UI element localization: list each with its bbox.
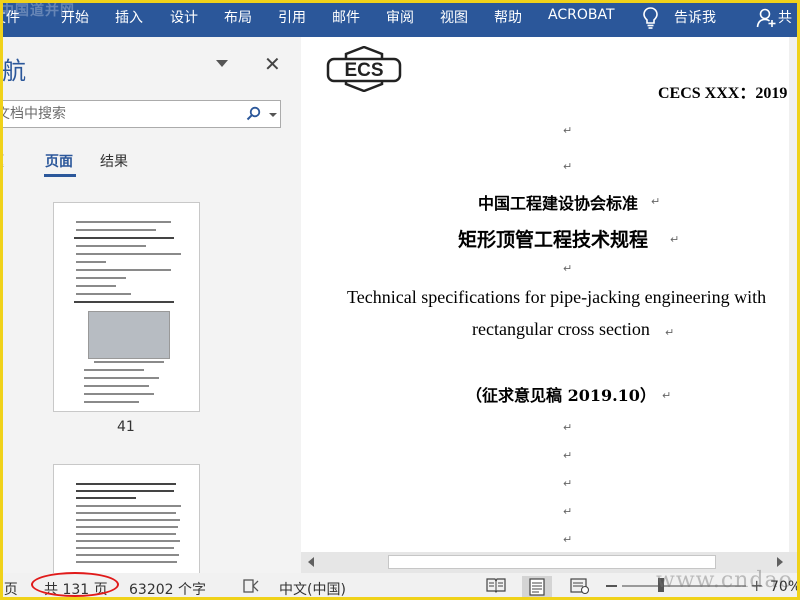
search-options-chevron-icon[interactable] — [269, 113, 277, 117]
tab-results[interactable]: 结果 — [100, 151, 128, 171]
paragraph-mark: ↵ — [563, 477, 573, 490]
share-button[interactable]: 共 — [778, 7, 792, 27]
paragraph-mark: ↵ — [563, 533, 573, 546]
tab-help[interactable]: 帮助 — [494, 7, 522, 27]
lightbulb-icon[interactable] — [642, 6, 659, 30]
paragraph-mark: ↵ — [563, 262, 573, 275]
scroll-left-arrow-icon[interactable] — [308, 557, 314, 567]
tab-review[interactable]: 审阅 — [386, 7, 414, 27]
paragraph-mark: ↵ — [563, 124, 573, 137]
document-title-cn: 矩形顶管工程技术规程 — [458, 229, 649, 251]
tell-me-button[interactable]: 告诉我 — [674, 7, 716, 27]
thumbnail-page-number: 41 — [117, 419, 135, 435]
share-user-icon[interactable] — [756, 7, 776, 29]
tab-references[interactable]: 引用 — [278, 7, 306, 27]
tab-view[interactable]: 视图 — [440, 7, 468, 27]
tab-layout[interactable]: 布局 — [224, 7, 252, 27]
org-standard-heading: 中国工程建设协会标准 — [478, 194, 639, 213]
ecs-logo-text: ECS — [344, 60, 383, 81]
zoom-in-button[interactable]: + — [750, 578, 763, 594]
paragraph-mark: ↵ — [563, 421, 573, 434]
zoom-out-button[interactable] — [606, 585, 617, 587]
tab-headings[interactable]: 标题 — [0, 151, 4, 171]
print-layout-icon — [529, 578, 545, 596]
tab-acrobat[interactable]: ACROBAT — [548, 7, 615, 23]
horizontal-scroll-thumb[interactable] — [388, 555, 716, 569]
search-input[interactable] — [0, 101, 214, 127]
paragraph-mark: ↵ — [665, 326, 675, 339]
tab-home[interactable]: 开始 — [61, 7, 89, 27]
document-title-en-line2: rectangular cross section — [472, 319, 650, 339]
tab-design[interactable]: 设计 — [170, 7, 198, 27]
thumbnail-figure — [88, 311, 170, 359]
vertical-scrollbar[interactable] — [789, 37, 800, 552]
print-layout-button[interactable] — [522, 576, 552, 598]
standard-code: CECS XXX：2019 — [658, 85, 788, 102]
highlight-circle — [31, 572, 119, 597]
paragraph-mark: ↵ — [670, 233, 680, 246]
paragraph-mark: ↵ — [662, 389, 672, 402]
nav-pane-title: 导航 — [0, 57, 26, 85]
paragraph-mark: ↵ — [563, 449, 573, 462]
close-icon[interactable]: ✕ — [264, 52, 281, 76]
proofing-icon[interactable] — [242, 577, 260, 595]
page-thumbnail-42[interactable] — [53, 464, 200, 574]
search-icon[interactable] — [246, 106, 261, 121]
page-thumbnail-41[interactable] — [53, 202, 200, 412]
active-tab-indicator — [44, 174, 76, 177]
tab-pages[interactable]: 页面 — [45, 151, 73, 171]
navigation-pane: 导航 ✕ 标题 页面 结果 41 — [0, 37, 301, 574]
paragraph-mark: ↵ — [563, 505, 573, 518]
nav-options-dropdown-icon[interactable] — [216, 60, 228, 67]
zoom-level[interactable]: 70% — [770, 579, 800, 595]
tab-insert[interactable]: 插入 — [115, 7, 143, 27]
web-layout-icon[interactable] — [570, 577, 590, 594]
paragraph-mark: ↵ — [563, 160, 573, 173]
paragraph-mark: ↵ — [651, 195, 661, 208]
language-indicator[interactable]: 中文(中国) — [279, 579, 346, 599]
tab-mailings[interactable]: 邮件 — [332, 7, 360, 27]
page-indicator[interactable]: 第 1 页 — [0, 579, 18, 599]
draft-label: （征求意见稿 2019.10） — [466, 386, 656, 405]
nav-search-box — [0, 100, 281, 128]
word-count[interactable]: 63202 个字 — [129, 579, 206, 599]
ecs-logo: ECS — [326, 46, 402, 92]
document-title-en-line1: Technical specifications for pipe-jackin… — [347, 287, 767, 307]
read-mode-icon[interactable] — [486, 577, 506, 593]
scroll-right-arrow-icon[interactable] — [777, 557, 783, 567]
ribbon-tab-bar: 文件 中国道并网 开始 插入 设计 布局 引用 邮件 审阅 视图 帮助 ACRO… — [0, 0, 800, 37]
